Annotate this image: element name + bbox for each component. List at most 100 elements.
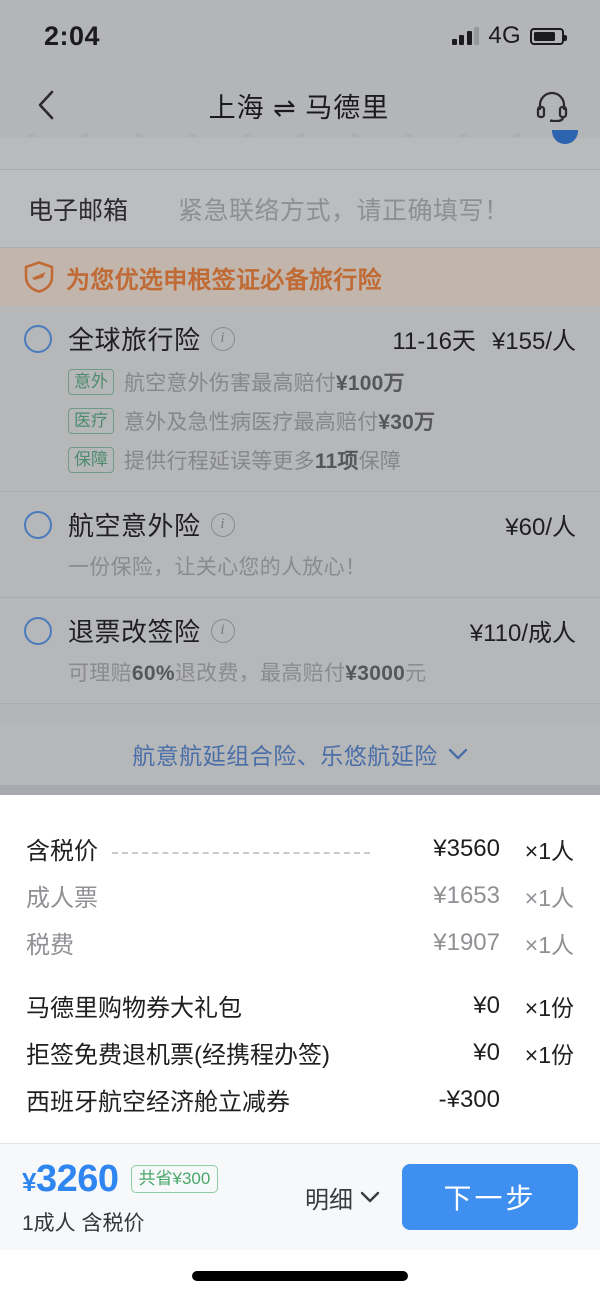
insurance-subtitle: 可理赔60%退改费，最高赔付¥3000元: [68, 662, 427, 685]
dotted-leader: [112, 851, 370, 854]
status-indicators: 4G: [451, 22, 567, 50]
email-input[interactable]: 紧急联络方式，请正确填写！: [178, 191, 510, 227]
price-row-qty: ×1人: [524, 884, 574, 911]
insurance-option-header: 航空意外险 i ¥60/人: [24, 506, 576, 543]
insurance-option-air-accident[interactable]: 航空意外险 i ¥60/人 一份保险，让关心您的人放心！: [0, 492, 600, 598]
chevron-down-icon: [360, 1191, 380, 1203]
headset-icon: [536, 91, 568, 122]
insurance-price-group: ¥110/成人: [470, 613, 576, 648]
total-price-group: ¥3260 共省¥300 1成人 含税价: [22, 1158, 219, 1237]
total-price-line: ¥3260 共省¥300: [22, 1158, 219, 1201]
insurance-option-header: 全球旅行险 i 11-16天 ¥155/人: [24, 320, 576, 357]
insurance-list: 全球旅行险 i 11-16天 ¥155/人 意外 航空意外伤害最高赔付¥100万…: [0, 306, 600, 704]
currency-symbol: ¥: [22, 1166, 36, 1197]
signal-bars-icon: [451, 27, 480, 45]
price-row-visa-refund: 拒签免费退机票(经携程办签) ¥0 ×1份: [26, 1029, 574, 1076]
partial-blue-indicator: [552, 130, 578, 144]
price-row-total-tax-inclusive: 含税价 ¥3560 ×1人: [26, 825, 574, 872]
feature-tag: 医疗: [68, 408, 114, 434]
page-title: 上海 ⇌ 马德里: [208, 92, 390, 123]
insurance-subtitle: 一份保险，让关心您的人放心！: [68, 556, 367, 579]
price-row-label: 西班牙航空经济舱立减券: [26, 1089, 290, 1116]
insurance-price: ¥155/人: [491, 328, 576, 355]
price-row-amount: ¥1653: [433, 881, 500, 909]
price-row-label: 税费: [26, 932, 74, 959]
price-row-airline-coupon: 西班牙航空经济舱立减券 -¥300: [26, 1076, 574, 1123]
chevron-down-icon: [448, 748, 467, 759]
next-step-button[interactable]: 下一步: [402, 1164, 578, 1230]
partial-text-fragment: [28, 134, 530, 137]
scrolled-partial-row: [0, 130, 600, 170]
bottom-actions: 明细 下一步: [305, 1164, 578, 1230]
price-row-qty: ×1份: [524, 994, 574, 1021]
price-row-qty: ×1人: [524, 837, 574, 864]
insurance-name: 全球旅行险: [68, 325, 201, 355]
insurance-banner-text: 为您优选申根签证必备旅行险: [66, 266, 382, 294]
network-type-label: 4G: [488, 22, 521, 49]
price-row-amount: ¥3560: [433, 834, 500, 862]
insurance-banner: 为您优选申根签证必备旅行险: [0, 248, 600, 306]
total-amount: 3260: [35, 1157, 119, 1200]
price-row-label: 拒签免费退机票(经携程办签): [26, 1042, 330, 1069]
insurance-feature: 保障 提供行程延误等更多11项保障: [68, 445, 576, 475]
price-detail-label: 明细: [305, 1186, 353, 1214]
battery-icon: [530, 27, 567, 45]
insurance-radio[interactable]: [24, 510, 52, 539]
feature-text: 意外及急性病医疗最高赔付¥30万: [124, 411, 436, 434]
insurance-feature: 意外 航空意外伤害最高赔付¥100万: [68, 367, 576, 397]
insurance-radio[interactable]: [24, 616, 52, 645]
more-insurance-label: 航意航延组合险、乐悠航延险: [132, 742, 438, 769]
insurance-name: 退票改签险: [68, 617, 201, 647]
feature-tag: 保障: [68, 447, 114, 473]
info-circle-icon[interactable]: i: [210, 326, 235, 351]
back-button[interactable]: [24, 83, 68, 127]
insurance-radio[interactable]: [24, 324, 52, 353]
customer-service-button[interactable]: [530, 83, 574, 127]
email-field-row[interactable]: 电子邮箱 紧急联络方式，请正确填写！: [0, 170, 600, 248]
savings-badge: 共省¥300: [130, 1164, 219, 1194]
price-row-taxes: 税费 ¥1907 ×1人: [26, 919, 574, 966]
insurance-price-group: ¥60/人: [505, 507, 576, 542]
passenger-summary: 1成人 含税价: [22, 1211, 145, 1235]
price-row-amount: ¥1907: [433, 928, 500, 956]
insurance-duration: 11-16天: [392, 328, 476, 355]
info-circle-icon[interactable]: i: [210, 618, 235, 643]
dimmed-content-area: 2:04 4G 上海 ⇌ 马德里 电子邮箱 紧急联络方式，请正确填写！ 为您优选…: [0, 0, 600, 795]
price-row-amount: ¥0: [473, 991, 500, 1019]
insurance-option-refund-change[interactable]: 退票改签险 i ¥110/成人 可理赔60%退改费，最高赔付¥3000元: [0, 598, 600, 704]
chevron-left-icon: [38, 90, 54, 120]
feature-text: 航空意外伤害最高赔付¥100万: [124, 372, 405, 395]
insurance-price: ¥110/成人: [469, 620, 576, 647]
dim-edge-divider: [0, 785, 600, 795]
feature-text: 提供行程延误等更多11项保障: [124, 450, 402, 473]
price-row-amount: -¥300: [438, 1085, 500, 1113]
shield-plane-icon: [24, 261, 54, 293]
price-row-shopping-voucher: 马德里购物券大礼包 ¥0 ×1份: [26, 982, 574, 1029]
price-row-qty: ×1份: [524, 1041, 574, 1068]
insurance-option-header: 退票改签险 i ¥110/成人: [24, 612, 576, 649]
bottom-action-bar: ¥3260 共省¥300 1成人 含税价 明细 下一步: [0, 1143, 600, 1250]
insurance-price: ¥60/人: [505, 514, 576, 541]
more-insurance-link[interactable]: 航意航延组合险、乐悠航延险: [0, 722, 600, 785]
price-row-adult-fare: 成人票 ¥1653 ×1人: [26, 872, 574, 919]
price-row-label: 马德里购物券大礼包: [26, 995, 242, 1022]
home-indicator: [192, 1271, 408, 1281]
status-bar: 2:04 4G: [0, 0, 600, 72]
status-time: 2:04: [44, 20, 101, 51]
insurance-feature: 医疗 意外及急性病医疗最高赔付¥30万: [68, 406, 576, 436]
navigation-bar: 上海 ⇌ 马德里: [0, 72, 600, 138]
price-detail-panel: 含税价 ¥3560 ×1人 成人票 ¥1653 ×1人 税费 ¥1907 ×1人…: [0, 795, 600, 1143]
insurance-features: 意外 航空意外伤害最高赔付¥100万 医疗 意外及急性病医疗最高赔付¥30万 保…: [68, 367, 576, 475]
info-circle-icon[interactable]: i: [210, 512, 235, 537]
feature-tag: 意外: [68, 369, 114, 395]
total-price: ¥3260: [22, 1158, 119, 1201]
price-detail-toggle[interactable]: 明细: [305, 1180, 380, 1215]
insurance-price-group: 11-16天 ¥155/人: [392, 321, 576, 356]
price-row-label: 成人票: [26, 885, 98, 912]
price-row-label: 含税价: [26, 838, 98, 865]
insurance-name: 航空意外险: [68, 511, 201, 541]
price-row-amount: ¥0: [473, 1038, 500, 1066]
email-label: 电子邮箱: [28, 196, 129, 225]
insurance-option-global-travel[interactable]: 全球旅行险 i 11-16天 ¥155/人 意外 航空意外伤害最高赔付¥100万…: [0, 306, 600, 492]
